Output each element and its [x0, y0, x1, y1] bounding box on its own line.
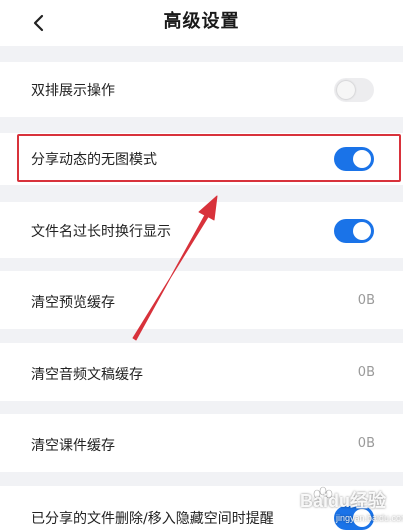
cache-size-value: 0B [357, 436, 375, 451]
double-column-toggle[interactable] [334, 78, 374, 102]
setting-label: 双排展示操作 [31, 83, 115, 99]
setting-label: 清空预览缓存 [31, 295, 115, 311]
setting-label: 清空音频文稿缓存 [31, 367, 143, 383]
header-bar: 高级设置 [0, 0, 403, 46]
page-title: 高级设置 [163, 11, 240, 32]
setting-row-double-column: 双排展示操作 [0, 62, 403, 117]
watermark-subtext: jingyan.baidu.com [336, 513, 403, 523]
toggle-knob [353, 222, 371, 240]
setting-row-clear-audio-cache[interactable]: 清空音频文稿缓存 0B [0, 343, 403, 401]
setting-label: 清空课件缓存 [31, 438, 115, 454]
toggle-knob [337, 81, 355, 99]
cache-size-value: 0B [357, 365, 375, 380]
setting-label: 文件名过长时换行显示 [31, 224, 171, 240]
toggle-knob [353, 150, 371, 168]
setting-row-clear-preview-cache[interactable]: 清空预览缓存 0B [0, 271, 403, 329]
advanced-settings-screen: 高级设置 双排展示操作 分享动态的无图模式 文件名过长时换行显示 清空预览缓存 … [0, 0, 403, 532]
setting-row-no-image-mode: 分享动态的无图模式 [0, 133, 403, 185]
no-image-mode-toggle[interactable] [334, 147, 374, 171]
setting-row-clear-courseware-cache[interactable]: 清空课件缓存 0B [0, 414, 403, 472]
setting-row-filename-wrap: 文件名过长时换行显示 [0, 202, 403, 258]
filename-wrap-toggle[interactable] [334, 219, 374, 243]
setting-label: 已分享的文件删除/移入隐藏空间时提醒 [31, 511, 274, 527]
watermark-text: Baidu经验 [300, 491, 387, 511]
cache-size-value: 0B [357, 293, 375, 308]
setting-label: 分享动态的无图模式 [31, 152, 157, 168]
